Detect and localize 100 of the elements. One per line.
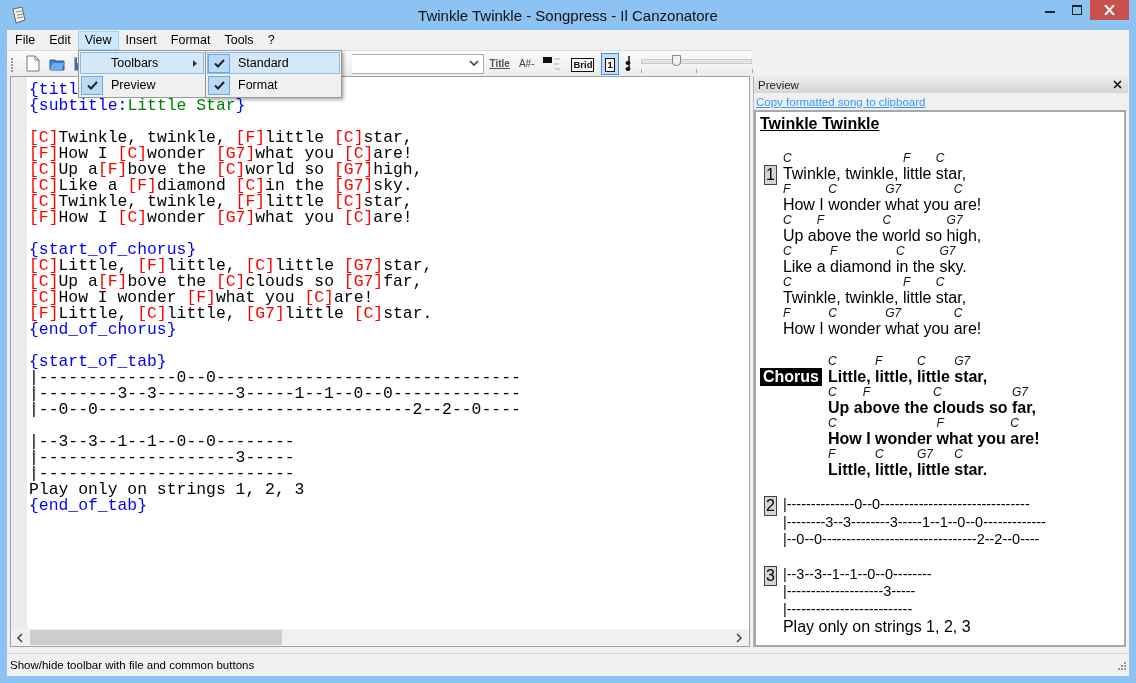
code-line: [C]Up a[F]bove the [C]clouds so [G7]far, [29,274,423,290]
chord-label: C [895,245,905,258]
code-line: {subtitle:Little Star} [29,98,246,114]
code-line: Play only on strings 1, 2, 3 [29,482,305,498]
menu-entry[interactable]: Standard [207,52,340,74]
lyric-text: what you [885,196,951,214]
chord-label: F [782,307,791,320]
lyric-text: are! [953,196,982,214]
code-line: |--------------------3----- [29,450,295,466]
dropdown-caret-icon[interactable] [468,60,479,67]
chord-label: F [902,276,911,289]
comment-line: Play only on strings 1, 2, 3 [782,618,971,636]
lyric-text: star, [935,289,967,307]
verse-number-badge: 3 [764,565,777,586]
lyric-text: star, [935,165,967,183]
chord-label: C [935,152,945,165]
code-line: [C]How I wonder [F]what you [C]are! [29,290,374,306]
lyric-text: little [916,368,951,386]
scrollbar-thumb[interactable] [30,630,282,645]
lyric-text: star, [954,368,988,386]
menu-entry-label: Toolbars [111,56,160,70]
chord-label: F [828,448,836,461]
chord-label: F [782,183,791,196]
menu-item[interactable]: Tools [217,30,261,50]
verse-number-button[interactable]: 1 [601,52,619,75]
chord-label: F [862,386,870,399]
close-button[interactable] [1090,0,1129,20]
panel-title: Preview [758,78,799,91]
chord-label: C [782,245,792,258]
tab-line: |--0--0--------------------------------2--2--0---- [782,531,1041,549]
close-icon[interactable] [1113,80,1122,89]
chord-label: G7 [916,448,933,461]
lyric-text: Up a [782,227,817,245]
lyric-text: bove the [816,227,880,245]
submenu-arrow-icon [193,59,197,67]
code-line: [C]Twinkle, twinkle, [F]little [C]star, [29,194,413,210]
chord-label: C [882,214,892,227]
slider-thumb[interactable] [672,54,682,66]
menu-item[interactable]: File [8,30,43,50]
checkmark-icon [86,80,98,90]
lyric-text: what you [936,430,1007,448]
code-line: [F]How I [C]wonder [G7]what you [C]are! [29,210,413,226]
lyric-text: wonder [828,196,882,214]
lyric-text: clouds so [932,399,1009,417]
lyric-text: How I [782,320,825,338]
menu-entry-label: Format [238,78,279,92]
lyric-text: little [902,289,933,307]
bridge-button[interactable]: Brid [567,52,599,75]
menu-item[interactable]: Edit [42,30,78,50]
lyric-text: star. [954,461,988,479]
new-file-icon[interactable] [25,55,40,72]
menu-entry[interactable]: Toolbars [80,52,204,74]
window-title: Twinkle Twinkle - Songpress - Il Canzonatore [418,6,718,24]
app-icon[interactable] [11,6,27,24]
lyric-text: little [902,165,933,183]
close-icon [1104,5,1115,15]
lyric-text: How I wonder [828,430,933,448]
menu-entry-label: Preview [111,78,157,92]
menu-entry[interactable]: Preview [80,74,204,96]
scroll-left-icon[interactable] [16,632,24,643]
menu-entry[interactable]: Format [207,74,340,96]
menu-item[interactable]: ? [260,30,282,50]
lyric-text: are! [1010,430,1040,448]
tab-line: |--3--3--1--1--0--0-------- [782,565,933,583]
zoom-slider[interactable] [640,54,752,73]
song-title: Twinkle Twinkle [760,114,880,134]
title-button[interactable]: Title [486,52,513,75]
code-line: {titl [29,82,79,98]
scroll-right-icon[interactable] [735,632,743,643]
checkmark-icon [213,58,225,68]
tab-line: |--------------0--0------------------------------- [782,496,1031,514]
lyric-text: bove the [862,399,930,417]
lyric-text: Like a [782,258,827,276]
chord-label: F [902,152,911,165]
menu-item[interactable]: View [77,30,119,50]
lyric-text: How I [782,196,825,214]
chord-label: C [1010,417,1019,430]
maximize-icon [1071,5,1082,15]
code-line: [C]Little, [F]little, [C]little [G7]star, [29,258,433,274]
music-note-icon[interactable] [624,54,631,73]
menu-item[interactable]: Format [163,30,218,50]
lyric-text: Twinkle, twinkle, [782,289,900,307]
chord-format-icon[interactable] [543,56,562,71]
verse-number-badge: 1 [764,165,777,185]
lyric-text: high, [946,227,982,245]
chord-label: C [935,276,945,289]
code-line: {end_of_tab} [29,498,148,514]
chord-button[interactable]: A#- [515,52,538,75]
lyric-text: sky. [939,258,967,276]
code-line: {start_of_chorus} [29,242,197,258]
chord-label: C [953,307,963,320]
chord-label: C [782,276,792,289]
folder-icon[interactable] [48,56,65,71]
menu-item[interactable]: Insert [118,30,164,50]
lyric-text: far, [1012,399,1037,417]
chord-label: F [936,417,944,430]
resize-grip-icon[interactable] [1116,660,1126,670]
code-line: [C]Up a[F]bove the [C]world so [G7]high, [29,162,423,178]
lyric-text: wonder [828,320,882,338]
chord-label: G7 [885,307,902,320]
